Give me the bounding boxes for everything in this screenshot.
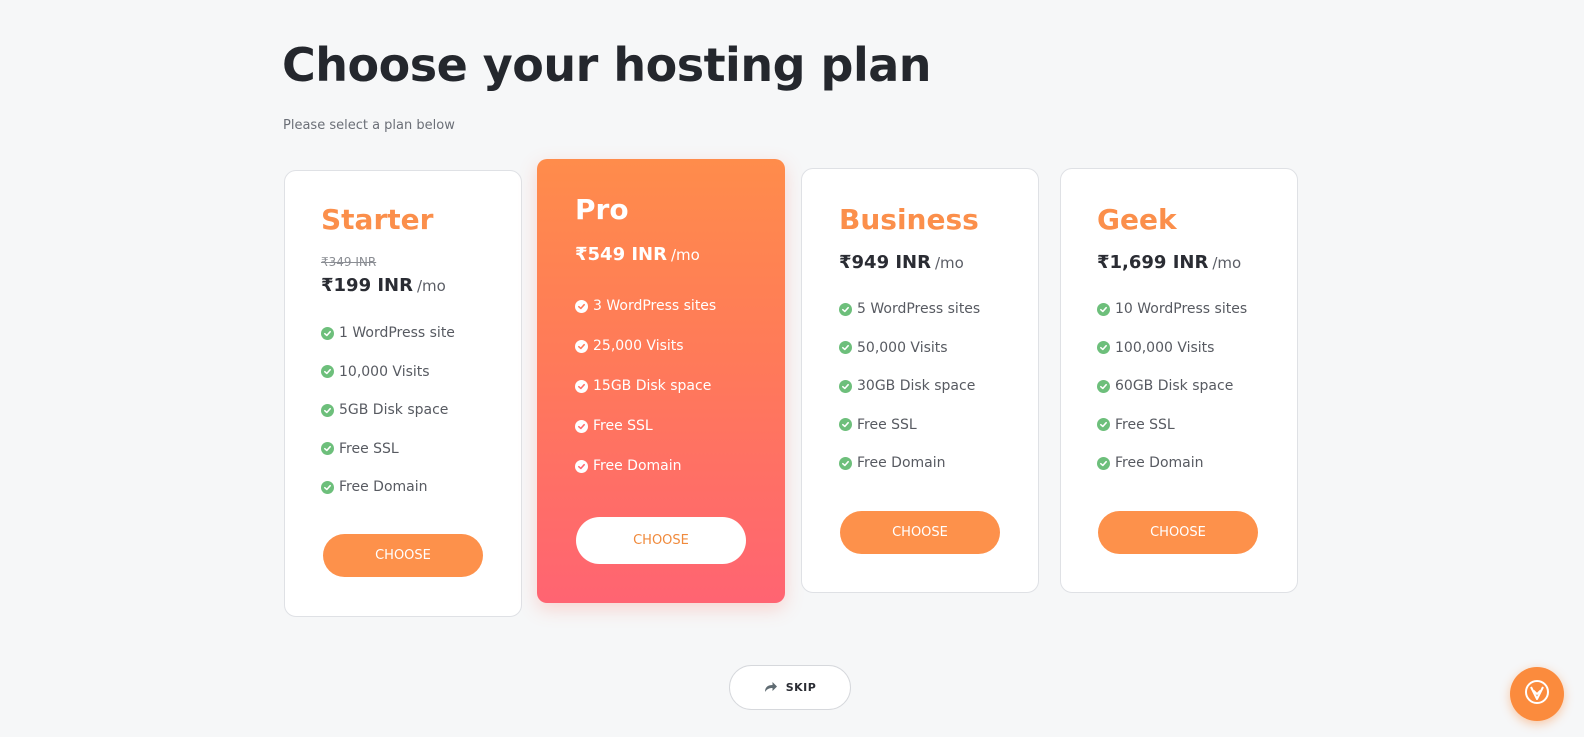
skip-button[interactable]: SKIP [729, 665, 851, 710]
plan-feature: Free Domain [1097, 444, 1247, 483]
plan-feature: 1 WordPress site [321, 314, 455, 353]
plan-name: Business [839, 203, 979, 236]
plan-feature-list: 3 WordPress sites 25,000 Visits 15GB Dis… [575, 286, 716, 486]
check-circle-icon [321, 326, 334, 340]
check-circle-icon [321, 403, 334, 417]
plan-feature-label: Free Domain [593, 458, 682, 474]
plan-feature-label: 5 WordPress sites [857, 301, 981, 318]
check-circle-icon [1097, 341, 1110, 355]
plan-feature-label: Free Domain [857, 455, 946, 472]
plan-feature-label: 1 WordPress site [339, 325, 455, 342]
plan-feature: 100,000 Visits [1097, 329, 1247, 368]
plan-feature-label: 60GB Disk space [1115, 378, 1234, 395]
plan-feature: 10,000 Visits [321, 353, 455, 392]
plan-feature-label: Free SSL [857, 416, 917, 433]
plan-feature-list: 5 WordPress sites 50,000 Visits 30GB Dis… [839, 290, 980, 483]
plan-feature: Free Domain [575, 446, 716, 486]
check-circle-icon [575, 459, 588, 473]
plan-feature: 3 WordPress sites [575, 286, 716, 326]
plan-name: Starter [321, 203, 434, 236]
plan-price: ₹1,699 INR/mo [1097, 252, 1241, 273]
plan-card-business: Business ₹949 INR/mo 5 WordPress sites 5… [801, 168, 1039, 593]
check-circle-icon [1097, 379, 1110, 393]
check-circle-icon [575, 379, 588, 393]
check-circle-icon [575, 299, 588, 313]
plan-feature-label: 50,000 Visits [857, 339, 948, 356]
plan-feature-label: 3 WordPress sites [593, 298, 717, 314]
share-arrow-icon [764, 678, 778, 697]
plan-feature-label: 25,000 Visits [593, 338, 684, 354]
plan-price-amount: ₹1,699 INR [1097, 252, 1209, 273]
page-title: Choose your hosting plan [282, 38, 932, 92]
plan-feature: 10 WordPress sites [1097, 290, 1247, 329]
plan-price: ₹949 INR/mo [839, 252, 964, 273]
plan-price-amount: ₹549 INR [575, 244, 667, 265]
plan-feature-label: Free Domain [1115, 455, 1204, 472]
plan-feature: Free SSL [575, 406, 716, 446]
plan-card-geek: Geek ₹1,699 INR/mo 10 WordPress sites 10… [1060, 168, 1298, 593]
skip-label: SKIP [785, 681, 817, 694]
plan-card-pro: Pro ₹549 INR/mo 3 WordPress sites 25,000… [537, 159, 785, 603]
choose-business-button[interactable]: CHOOSE [840, 511, 1000, 554]
plan-old-price: ₹349 INR [321, 255, 377, 269]
support-widget-icon [1523, 678, 1551, 710]
plan-feature-label: 10,000 Visits [339, 363, 430, 380]
check-circle-icon [1097, 456, 1110, 470]
plan-feature-label: 15GB Disk space [593, 378, 712, 394]
choose-starter-button[interactable]: CHOOSE [323, 534, 483, 577]
check-circle-icon [839, 456, 852, 470]
plan-price: ₹199 INR/mo [321, 275, 446, 296]
check-circle-icon [839, 302, 852, 316]
check-circle-icon [839, 379, 852, 393]
plan-price-amount: ₹199 INR [321, 275, 413, 296]
plan-price: ₹549 INR/mo [575, 244, 700, 265]
plan-feature: Free SSL [839, 406, 980, 445]
plan-feature-list: 10 WordPress sites 100,000 Visits 60GB D… [1097, 290, 1247, 483]
plan-price-period: /mo [1212, 254, 1242, 272]
plan-feature: 60GB Disk space [1097, 367, 1247, 406]
plan-price-period: /mo [417, 277, 446, 295]
plan-feature: Free SSL [1097, 406, 1247, 445]
check-circle-icon [321, 442, 334, 456]
check-circle-icon [575, 419, 588, 433]
plan-name: Pro [575, 193, 629, 226]
page-subtitle: Please select a plan below [283, 118, 455, 133]
check-circle-icon [321, 365, 334, 379]
plan-feature: 50,000 Visits [839, 329, 980, 368]
plan-feature: 25,000 Visits [575, 326, 716, 366]
check-circle-icon [839, 418, 852, 432]
check-circle-icon [575, 339, 588, 353]
plan-feature: 5GB Disk space [321, 391, 455, 430]
plan-feature: Free Domain [321, 468, 455, 507]
plan-feature: 5 WordPress sites [839, 290, 980, 329]
plan-feature: Free Domain [839, 444, 980, 483]
plan-feature: 30GB Disk space [839, 367, 980, 406]
plan-price-amount: ₹949 INR [839, 252, 931, 273]
choose-pro-button[interactable]: CHOOSE [576, 517, 746, 564]
plan-price-period: /mo [671, 246, 700, 264]
plan-feature-label: Free Domain [339, 479, 428, 496]
plan-price-period: /mo [935, 254, 964, 272]
plan-feature-list: 1 WordPress site 10,000 Visits 5GB Disk … [321, 314, 455, 507]
support-widget-button[interactable] [1510, 667, 1564, 721]
check-circle-icon [321, 480, 334, 494]
choose-geek-button[interactable]: CHOOSE [1098, 511, 1258, 554]
plan-feature-label: 5GB Disk space [339, 402, 449, 419]
plan-feature: Free SSL [321, 430, 455, 469]
check-circle-icon [839, 341, 852, 355]
plan-feature-label: 30GB Disk space [857, 378, 976, 395]
plan-feature-label: Free SSL [339, 440, 399, 457]
plan-selection-page: Choose your hosting plan Please select a… [0, 0, 1584, 737]
check-circle-icon [1097, 302, 1110, 316]
plan-feature-label: 10 WordPress sites [1115, 301, 1248, 318]
plan-feature: 15GB Disk space [575, 366, 716, 406]
check-circle-icon [1097, 418, 1110, 432]
plan-feature-label: 100,000 Visits [1115, 339, 1215, 356]
plan-card-starter: Starter ₹349 INR ₹199 INR/mo 1 WordPress… [284, 170, 522, 617]
plan-feature-label: Free SSL [593, 418, 653, 434]
plan-feature-label: Free SSL [1115, 416, 1175, 433]
plan-name: Geek [1097, 203, 1177, 236]
